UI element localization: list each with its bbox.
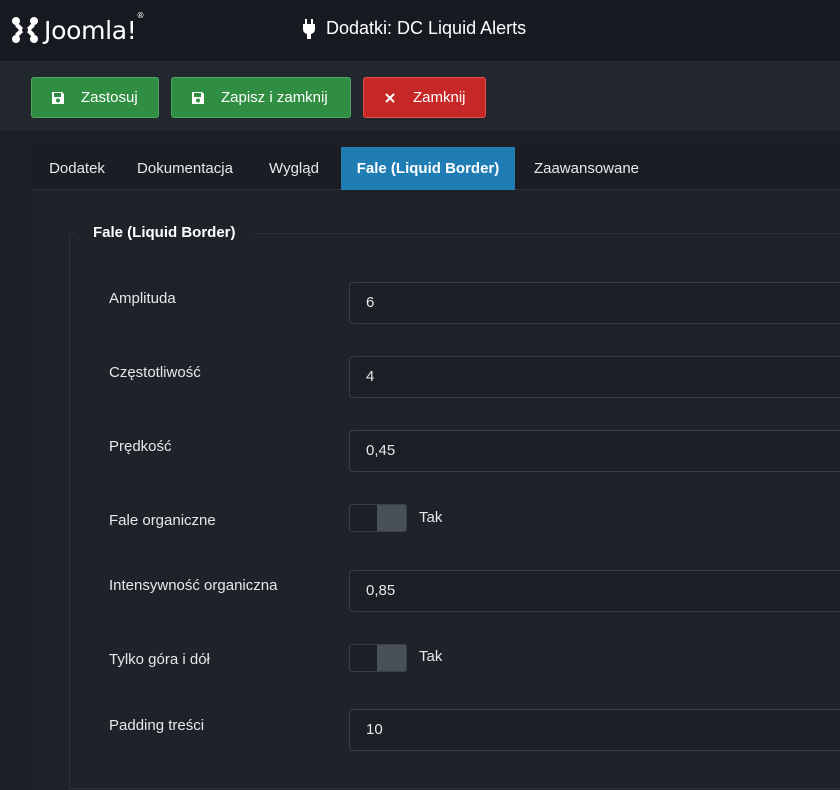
close-button-label: Zamknij	[413, 89, 466, 106]
speed-label: Prędkość	[109, 438, 172, 455]
padding-input[interactable]: 10	[349, 709, 840, 751]
padding-label: Padding treści	[109, 717, 205, 734]
tab-fale[interactable]: Fale (Liquid Border)	[341, 147, 515, 190]
organic-intensity-label: Intensywność organiczna	[109, 577, 278, 594]
save-icon	[192, 91, 204, 104]
save-icon	[52, 91, 64, 104]
tab-wyglad[interactable]: Wygląd	[248, 147, 340, 190]
joomla-logo-icon	[12, 17, 38, 43]
tab-dokumentacja[interactable]: Dokumentacja	[122, 147, 248, 190]
page-title-text: Dodatki: DC Liquid Alerts	[326, 18, 527, 38]
toolbar: Zastosuj Zapisz i zamknij Zamknij	[0, 61, 840, 131]
close-button[interactable]: Zamknij	[363, 77, 486, 118]
speed-input[interactable]: 0,45	[349, 430, 840, 472]
organic-intensity-input[interactable]: 0,85	[349, 570, 840, 612]
save-close-button-label: Zapisz i zamknij	[221, 89, 328, 106]
organic-label: Fale organiczne	[109, 512, 216, 529]
top-bottom-only-toggle[interactable]	[349, 644, 407, 672]
plug-icon	[303, 18, 315, 39]
frequency-input[interactable]: 4	[349, 356, 840, 398]
top-bottom-only-toggle-label: Tak	[419, 648, 443, 665]
toggle-knob	[377, 505, 406, 531]
apply-button-label: Zastosuj	[81, 89, 138, 106]
joomla-logo[interactable]: Joomla!®	[9, 10, 145, 47]
amplitude-label: Amplituda	[109, 290, 176, 307]
save-close-button[interactable]: Zapisz i zamknij	[171, 77, 351, 118]
frequency-label: Częstotliwość	[109, 364, 201, 381]
apply-button[interactable]: Zastosuj	[31, 77, 159, 118]
fieldset-legend: Fale (Liquid Border)	[75, 224, 254, 241]
tab-bar: Dodatek Dokumentacja Wygląd Fale (Liquid…	[32, 147, 840, 190]
toggle-knob	[377, 645, 406, 671]
top-bottom-only-label: Tylko góra i dół	[109, 651, 210, 668]
header: Joomla!® Dodatki: DC Liquid Alerts	[0, 0, 840, 61]
organic-toggle-label: Tak	[419, 509, 443, 526]
page-title: Dodatki: DC Liquid Alerts	[302, 18, 526, 39]
tab-dodatek[interactable]: Dodatek	[32, 147, 122, 190]
logo-text: Joomla!®	[44, 10, 145, 45]
organic-toggle[interactable]	[349, 504, 407, 532]
tab-zaawansowane[interactable]: Zaawansowane	[515, 147, 658, 190]
amplitude-input[interactable]: 6	[349, 282, 840, 324]
close-icon	[385, 92, 395, 103]
